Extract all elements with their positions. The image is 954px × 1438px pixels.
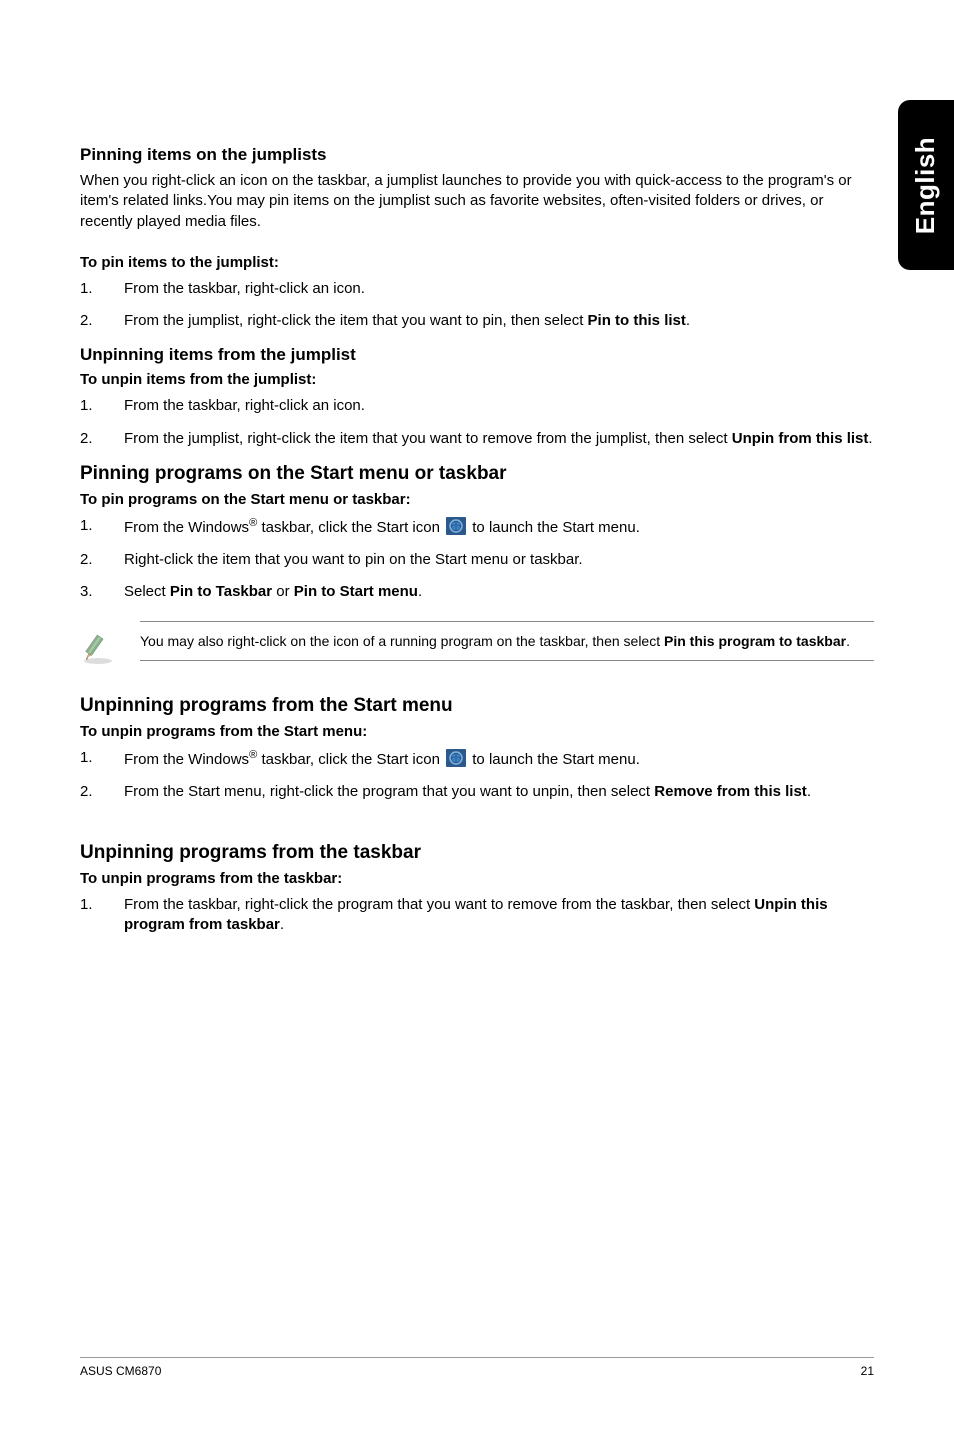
heading-unpin-taskbar: Unpinning programs from the taskbar <box>80 842 874 864</box>
page-footer: ASUS CM6870 21 <box>80 1357 874 1378</box>
list-number: 2. <box>80 311 93 331</box>
footer-page-number: 21 <box>861 1364 874 1378</box>
list-number: 2. <box>80 782 93 802</box>
note-text: You may also right-click on the icon of … <box>140 621 874 662</box>
list-unpin-jumplist: 1. From the taskbar, right-click an icon… <box>80 396 874 449</box>
list-pin-programs: 1. From the Windows® taskbar, click the … <box>80 516 874 603</box>
footer-model: ASUS CM6870 <box>80 1364 161 1378</box>
list-item: 1. From the Windows® taskbar, click the … <box>80 748 874 770</box>
list-number: 1. <box>80 396 93 416</box>
list-unpin-start: 1. From the Windows® taskbar, click the … <box>80 748 874 803</box>
list-item: 2. From the jumplist, right-click the it… <box>80 311 874 331</box>
page-content: Pinning items on the jumplists When you … <box>0 0 954 936</box>
list-item: 2. Right-click the item that you want to… <box>80 550 874 570</box>
heading-pin-programs: Pinning programs on the Start menu or ta… <box>80 463 874 485</box>
intro-pin-jumplist: When you right-click an icon on the task… <box>80 171 874 232</box>
list-number: 2. <box>80 550 93 570</box>
list-text: From the taskbar, right-click the progra… <box>124 896 828 933</box>
note-block: You may also right-click on the icon of … <box>80 621 874 667</box>
language-tab-label: English <box>911 136 942 233</box>
list-item: 2. From the jumplist, right-click the it… <box>80 429 874 449</box>
list-text: Select Pin to Taskbar or Pin to Start me… <box>124 583 422 600</box>
list-item: 1. From the taskbar, right-click an icon… <box>80 279 874 299</box>
subhead-pin-programs: To pin programs on the Start menu or tas… <box>80 491 874 508</box>
windows-start-icon <box>446 749 466 767</box>
list-number: 1. <box>80 516 93 536</box>
subhead-unpin-taskbar: To unpin programs from the taskbar: <box>80 870 874 887</box>
heading-unpin-jumplist: Unpinning items from the jumplist <box>80 345 874 365</box>
list-pin-jumplist: 1. From the taskbar, right-click an icon… <box>80 279 874 332</box>
pencil-icon <box>80 621 140 667</box>
list-text: From the jumplist, right-click the item … <box>124 430 873 447</box>
list-item: 1. From the Windows® taskbar, click the … <box>80 516 874 538</box>
list-text: From the jumplist, right-click the item … <box>124 312 690 329</box>
list-number: 1. <box>80 748 93 768</box>
list-number: 1. <box>80 895 93 915</box>
subhead-unpin-jumplist: To unpin items from the jumplist: <box>80 371 874 388</box>
list-item: 2. From the Start menu, right-click the … <box>80 782 874 802</box>
heading-unpin-start: Unpinning programs from the Start menu <box>80 695 874 717</box>
list-number: 2. <box>80 429 93 449</box>
list-item: 1. From the taskbar, right-click the pro… <box>80 895 874 936</box>
list-number: 3. <box>80 582 93 602</box>
windows-start-icon <box>446 517 466 535</box>
list-text: Right-click the item that you want to pi… <box>124 551 583 568</box>
list-number: 1. <box>80 279 93 299</box>
list-text: From the Windows® taskbar, click the Sta… <box>124 751 640 768</box>
language-tab: English <box>898 100 954 270</box>
list-text: From the taskbar, right-click an icon. <box>124 397 365 414</box>
list-item: 1. From the taskbar, right-click an icon… <box>80 396 874 416</box>
list-text: From the taskbar, right-click an icon. <box>124 280 365 297</box>
subhead-pin-jumplist: To pin items to the jumplist: <box>80 254 874 271</box>
heading-pin-jumplist: Pinning items on the jumplists <box>80 145 874 165</box>
list-unpin-taskbar: 1. From the taskbar, right-click the pro… <box>80 895 874 936</box>
list-item: 3. Select Pin to Taskbar or Pin to Start… <box>80 582 874 602</box>
subhead-unpin-start: To unpin programs from the Start menu: <box>80 723 874 740</box>
list-text: From the Start menu, right-click the pro… <box>124 783 811 800</box>
list-text: From the Windows® taskbar, click the Sta… <box>124 519 640 536</box>
